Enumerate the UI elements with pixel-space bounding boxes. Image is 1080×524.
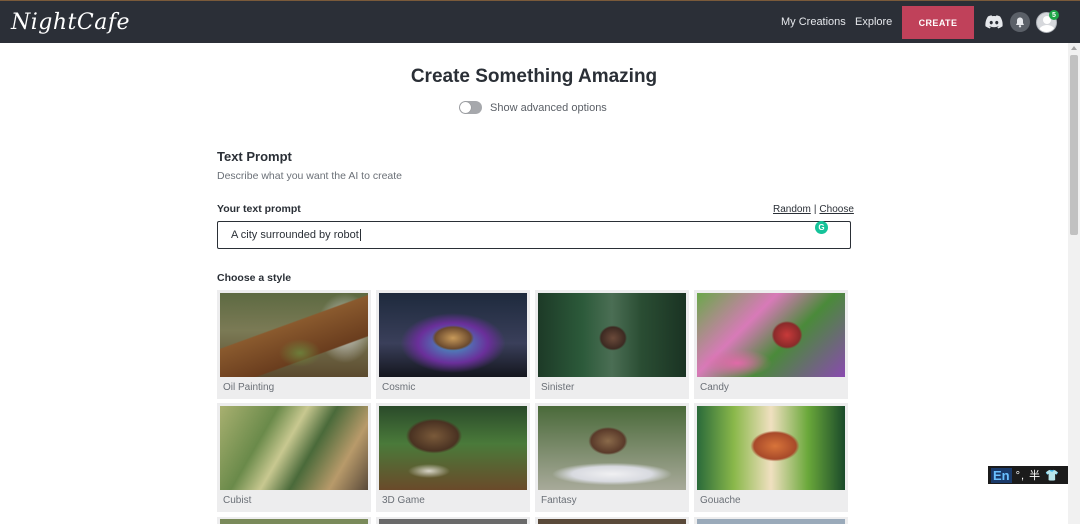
style-card-cubist[interactable]: Cubist	[217, 403, 371, 512]
prompt-value: A city surrounded by robot	[231, 229, 359, 241]
style-thumbnail	[220, 293, 368, 377]
scroll-up-arrow-icon[interactable]	[1071, 46, 1077, 50]
style-name: Sinister	[541, 382, 575, 393]
style-card-candy[interactable]: Candy	[694, 290, 848, 399]
style-thumbnail	[379, 406, 527, 490]
style-name: Cosmic	[382, 382, 416, 393]
page-scrollbar[interactable]	[1068, 43, 1080, 524]
style-card-sinister[interactable]: Sinister	[535, 290, 689, 399]
random-prompt-link[interactable]: Random	[773, 204, 811, 215]
style-name: 3D Game	[382, 495, 425, 506]
style-card-fantasy[interactable]: Fantasy	[535, 403, 689, 512]
style-name: Candy	[700, 382, 729, 393]
style-thumbnail	[697, 293, 845, 377]
advanced-options-toggle[interactable]	[459, 101, 482, 114]
create-button[interactable]: CREATE	[902, 6, 974, 39]
prompt-label: Your text prompt	[217, 203, 301, 215]
advanced-options-label[interactable]: Show advanced options	[490, 102, 607, 114]
prompt-links: Random | Choose	[773, 204, 854, 215]
nav-my-creations[interactable]: My Creations	[781, 16, 846, 28]
choose-prompt-link[interactable]: Choose	[819, 204, 853, 215]
scroll-thumb[interactable]	[1070, 55, 1078, 235]
style-name: Gouache	[700, 495, 741, 506]
page-title: Create Something Amazing	[410, 66, 658, 87]
ime-indicator[interactable]: En °, 半 👕	[988, 466, 1068, 484]
style-card-oil-painting[interactable]: Oil Painting	[217, 290, 371, 399]
grammarly-icon[interactable]: G	[815, 221, 828, 234]
text-prompt-input[interactable]: A city surrounded by robot	[217, 221, 851, 249]
text-prompt-description: Describe what you want the AI to create	[217, 170, 403, 182]
style-card-3d-game[interactable]: 3D Game	[376, 403, 530, 512]
text-prompt-heading: Text Prompt	[217, 149, 292, 164]
style-card-cosmic[interactable]: Cosmic	[376, 290, 530, 399]
style-thumbnail	[220, 406, 368, 490]
text-caret	[359, 229, 361, 241]
choose-style-label: Choose a style	[217, 272, 292, 284]
style-name: Fantasy	[541, 495, 577, 506]
style-thumbnail	[538, 406, 686, 490]
style-card-gouache[interactable]: Gouache	[694, 403, 848, 512]
ime-symbols: °, 半 👕	[1015, 470, 1060, 482]
style-thumbnail	[538, 293, 686, 377]
top-nav-bar: NightCafe My Creations Explore CREATE 5	[0, 0, 1080, 43]
style-name: Cubist	[223, 495, 252, 506]
ime-language: En	[991, 467, 1012, 483]
style-name: Oil Painting	[223, 382, 275, 393]
style-thumbnail	[697, 406, 845, 490]
style-card-partial[interactable]	[694, 517, 848, 524]
advanced-options-row: Show advanced options	[459, 101, 607, 114]
style-card-partial[interactable]	[217, 517, 371, 524]
nightcafe-logo[interactable]: NightCafe	[11, 10, 130, 35]
nav-explore[interactable]: Explore	[855, 16, 892, 28]
notification-bell-icon[interactable]	[1010, 12, 1030, 32]
link-separator: |	[813, 204, 817, 215]
discord-icon[interactable]	[985, 15, 1003, 29]
notification-badge: 5	[1049, 10, 1059, 20]
style-card-partial[interactable]	[535, 517, 689, 524]
style-thumbnail	[379, 293, 527, 377]
style-card-partial[interactable]	[376, 517, 530, 524]
